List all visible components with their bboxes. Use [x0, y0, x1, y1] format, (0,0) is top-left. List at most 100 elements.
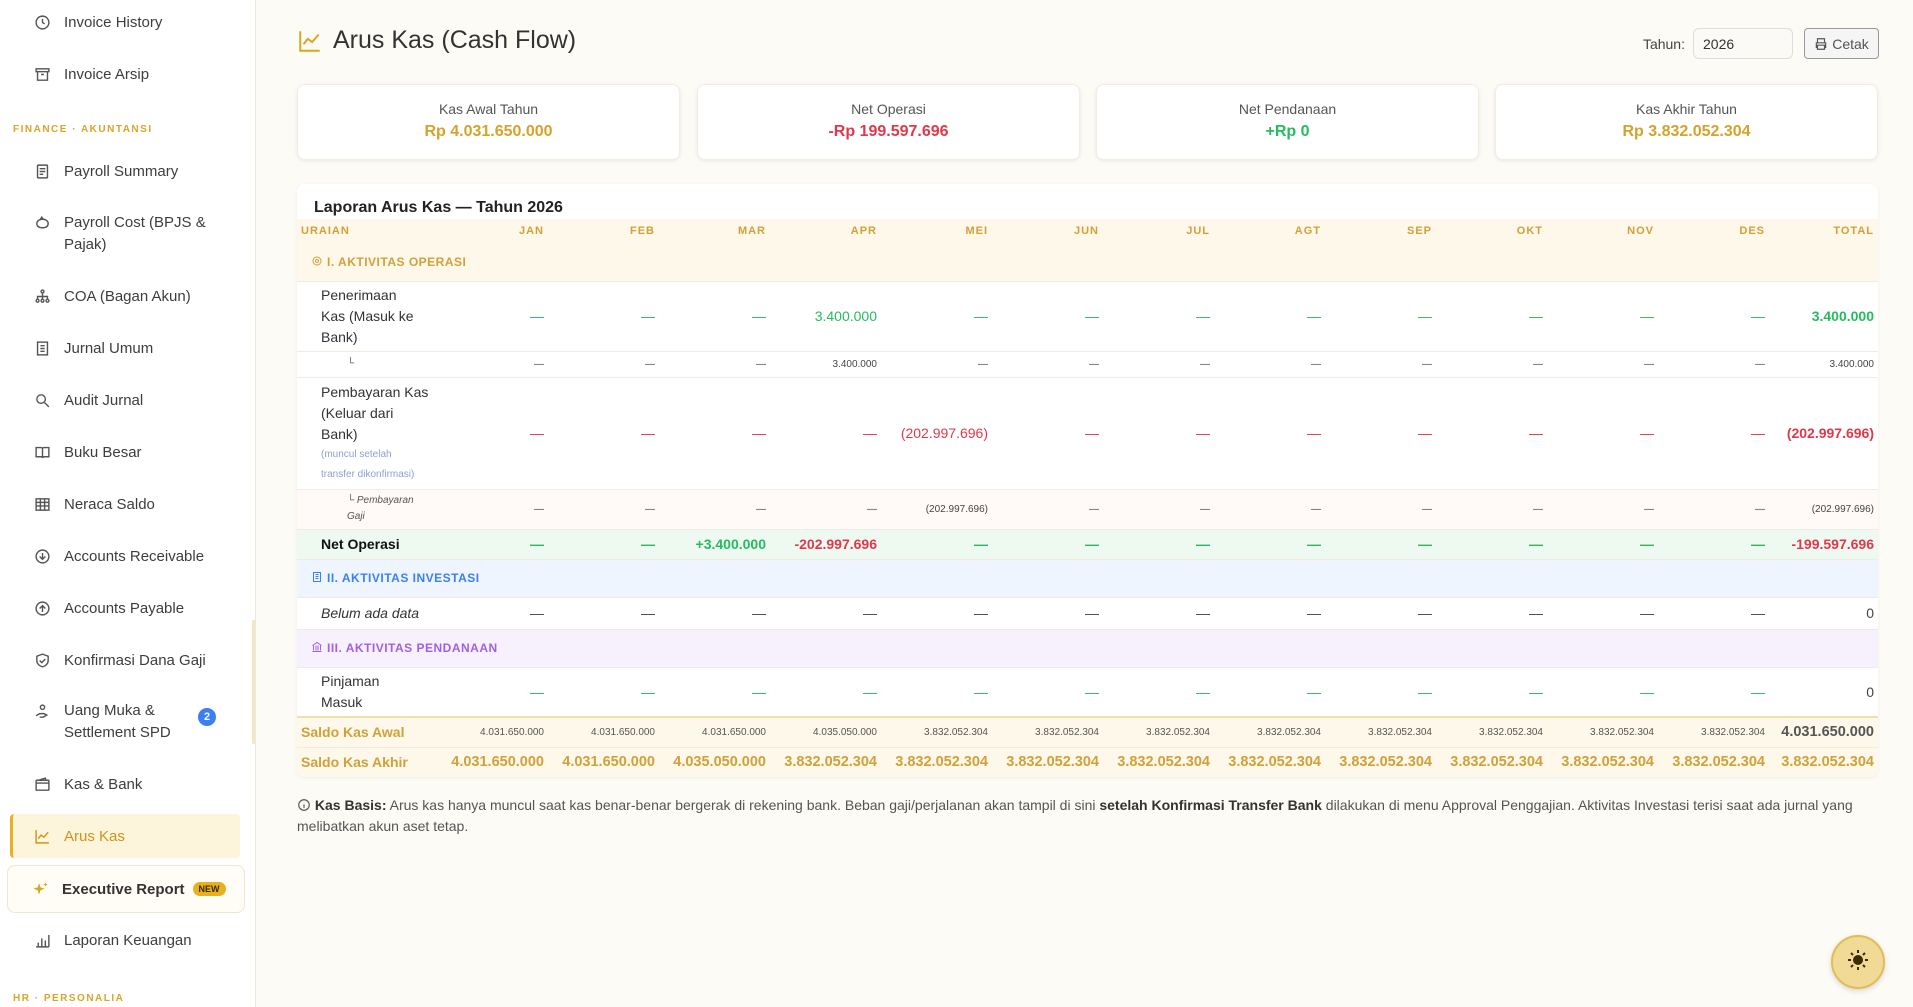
section-investasi-cell: II. AKTIVITAS INVESTASI — [297, 559, 1878, 598]
bank-icon — [311, 641, 323, 653]
sidebar-item-invoice-history[interactable]: Invoice History — [10, 0, 240, 44]
arrow-up-circle-icon — [32, 598, 52, 618]
table-row-net-operasi: Net Operasi — — +3.400.000 -202.997.696— — — — —… — [297, 529, 1878, 560]
sidebar-item-label: Executive Report — [62, 880, 185, 898]
table-row-pinjaman: Pinjaman Masuk — — — — — — — — — — — —0 — [297, 667, 1878, 718]
section-operasi: I. AKTIVITAS OPERASI — [297, 243, 1878, 282]
report-title: Laporan Arus Kas — Tahun 2026 — [314, 199, 563, 216]
card-kas-awal: Kas Awal Tahun Rp 4.031.650.000 — [297, 84, 680, 160]
sidebar-item-payroll-summary[interactable]: Payroll Summary — [10, 149, 240, 193]
table-cell: — — [548, 281, 659, 352]
table-cell: 3.832.052.304 — [881, 716, 992, 748]
row-label: └ — [297, 351, 437, 378]
sidebar-item-accounts-payable[interactable]: Accounts Payable — [10, 586, 240, 630]
table-cell: — — [1325, 597, 1436, 630]
wallet-icon — [32, 774, 52, 794]
sidebar-item-laporan-keuangan[interactable]: Laporan Keuangan — [10, 918, 240, 962]
sidebar-item-label: Accounts Receivable — [64, 547, 205, 565]
sidebar-item-label: Invoice History — [64, 13, 163, 31]
sidebar-item-coa[interactable]: COA (Bagan Akun) — [10, 274, 240, 318]
sidebar-item-label: Kas & Bank — [64, 775, 143, 793]
row-label: Penerimaan Kas (Masuk ke Bank) — [297, 281, 437, 352]
sidebar-item-label: Invoice Arsip — [64, 65, 150, 83]
table-cell: — — [548, 351, 659, 378]
table-cell: — — [1547, 351, 1658, 378]
sidebar-item-accounts-receivable[interactable]: Accounts Receivable — [10, 534, 240, 578]
row-note: (muncul setelah transfer dikonfirmasi) — [321, 448, 415, 480]
section-label-hr: HR · PERSONALIA — [13, 993, 125, 1004]
table-row-penerimaan: Penerimaan Kas (Masuk ke Bank) — — —3.400.0… — [297, 281, 1878, 352]
table-cell: — — [881, 597, 992, 630]
table-cell: — — [881, 281, 992, 352]
table-row-pembayaran: Pembayaran Kas (Keluar dari Bank) (muncul… — [297, 377, 1878, 490]
table-cell: — — [1325, 489, 1436, 530]
row-label: Pembayaran Kas (Keluar dari Bank) (muncul… — [297, 377, 437, 490]
footnote-bold: setelah Konfirmasi Transfer Bank — [1099, 797, 1322, 813]
sidebar-scrollbar[interactable] — [252, 620, 255, 744]
column-header: JAN — [437, 219, 548, 243]
table-cell: — — [548, 667, 659, 718]
row-label-text: └ — [347, 358, 355, 369]
table-cell: — — [1436, 377, 1547, 490]
row-label-text: Net Operasi — [321, 535, 400, 552]
shield-check-icon — [32, 650, 52, 670]
table-cell: — — [992, 281, 1103, 352]
table-cell: — — [992, 529, 1103, 560]
column-header: URAIAN — [297, 219, 437, 243]
section-label-finance: FINANCE · AKUNTANSI — [13, 124, 153, 135]
footnote-lead: Kas Basis: — [314, 797, 387, 813]
table-cell: — — [881, 667, 992, 718]
sidebar-item-label: Payroll Cost (BPJS & Pajak) — [64, 214, 206, 253]
table-cell: — — [1658, 597, 1769, 630]
table-cell: — — [1547, 281, 1658, 352]
sidebar-item-label: Arus Kas — [64, 827, 125, 845]
table-cell: — — [1325, 529, 1436, 560]
print-button[interactable]: Cetak — [1804, 28, 1879, 59]
table-cell: — — [1547, 667, 1658, 718]
card-net-pendanaan: Net Pendanaan +Rp 0 — [1096, 84, 1479, 160]
section-title: I. AKTIVITAS OPERASI — [327, 254, 467, 269]
row-label: Net Operasi — [297, 529, 437, 560]
card-value: +Rp 0 — [1265, 123, 1310, 140]
table-cell: 3.832.052.304 — [992, 747, 1103, 777]
sidebar: Invoice History Invoice Arsip FINANCE · … — [0, 0, 256, 1007]
sidebar-item-konfirmasi-dana-gaji[interactable]: Konfirmasi Dana Gaji — [10, 638, 240, 682]
sidebar-item-kas-bank[interactable]: Kas & Bank — [10, 762, 240, 806]
table-cell: 3.400.000 — [770, 281, 881, 352]
row-label-text: Belum ada data — [321, 604, 420, 621]
sun-icon — [1846, 948, 1870, 977]
sidebar-item-arus-kas[interactable]: Arus Kas — [10, 814, 240, 858]
sidebar-item-payroll-cost[interactable]: Payroll Cost (BPJS & Pajak) — [10, 206, 240, 262]
document-icon — [32, 161, 52, 181]
table-cell: 3.832.052.304 — [1547, 747, 1658, 777]
info-icon — [297, 797, 311, 813]
table-cell: — — [1103, 597, 1214, 630]
table-row-saldo-akhir: Saldo Kas Akhir 4.031.650.000 4.031.650.00… — [297, 747, 1878, 777]
sidebar-item-invoice-arsip[interactable]: Invoice Arsip — [10, 52, 240, 96]
new-badge: NEW — [192, 882, 226, 896]
sidebar-item-jurnal-umum[interactable]: Jurnal Umum — [10, 326, 240, 370]
page-title-text: Arus Kas (Cash Flow) — [333, 26, 577, 54]
table-cell: — — [1103, 281, 1214, 352]
table-cell: 3.832.052.304 — [1436, 716, 1547, 748]
table-cell: — — [992, 351, 1103, 378]
table-cell: — — [992, 377, 1103, 490]
table-cell: — — [881, 351, 992, 378]
sidebar-item-buku-besar[interactable]: Buku Besar — [10, 430, 240, 474]
table-cell: — — [1658, 667, 1769, 718]
sidebar-item-uang-muka[interactable]: Uang Muka & Settlement SPD 2 — [10, 694, 240, 750]
column-header: JUN — [992, 219, 1103, 243]
table-cell: — — [548, 377, 659, 490]
year-input[interactable] — [1693, 28, 1793, 59]
sidebar-item-neraca-saldo[interactable]: Neraca Saldo — [10, 482, 240, 526]
year-label: Tahun: — [1642, 35, 1685, 52]
column-header: OKT — [1436, 219, 1547, 243]
sidebar-item-audit-jurnal[interactable]: Audit Jurnal — [10, 378, 240, 422]
table-cell: — — [437, 667, 548, 718]
sidebar-item-executive-report[interactable]: Executive Report NEW — [7, 865, 245, 913]
table-cell: — — [1658, 281, 1769, 352]
table-cell: — — [1436, 597, 1547, 630]
table-cell: 3.832.052.304 — [770, 747, 881, 777]
section-title: III. AKTIVITAS PENDANAAN — [327, 641, 498, 655]
theme-toggle-button[interactable] — [1831, 935, 1885, 989]
